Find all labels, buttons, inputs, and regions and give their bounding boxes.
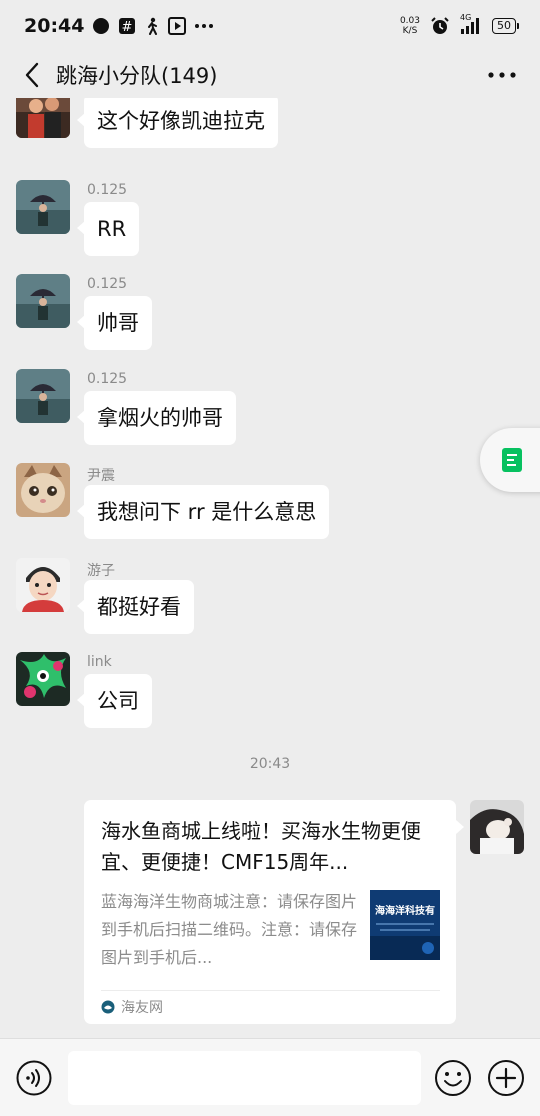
message-bubble[interactable]: 帅哥 (77, 296, 152, 350)
svg-text:#: # (122, 20, 133, 35)
network-speed: 0.03 K/S (400, 16, 420, 36)
message-bubble[interactable]: 我想问下 rr 是什么意思 (76, 485, 330, 539)
more-options-button[interactable] (482, 55, 522, 95)
voice-input-button[interactable] (14, 1058, 54, 1098)
cartoon-boy-avatar[interactable] (16, 558, 70, 612)
battery-indicator: 50 (492, 18, 519, 34)
sender-name: link (87, 654, 112, 670)
walking-person-icon (144, 17, 160, 35)
message-input[interactable] (67, 1050, 421, 1105)
my-avatar[interactable] (470, 800, 524, 854)
signal-icon: 4G (460, 13, 482, 35)
umbrella-avatar[interactable] (16, 180, 70, 234)
status-time: 20:44 (24, 15, 85, 37)
umbrella-avatar[interactable] (16, 274, 70, 328)
message-bubble[interactable]: 这个好像凯迪拉克 (77, 98, 278, 148)
sender-name: 0.125 (87, 182, 128, 198)
link-card-description: 蓝海海洋生物商城注意：请保存图片到手机后扫描二维码。注意：请保存图片到手机后..… (101, 892, 358, 967)
link-card-source-name: 海友网 (121, 1000, 163, 1016)
link-card[interactable]: 海水鱼商城上线啦！买海水生物更便宜、更便捷！CMF15周年... 蓝海海洋生物商… (84, 800, 464, 1024)
message-bubble[interactable]: 都挺好看 (77, 580, 194, 634)
message-bubble[interactable]: 拿烟火的帅哥 (77, 391, 236, 445)
message-bubble[interactable]: RR (76, 202, 140, 256)
link-card-divider (101, 990, 440, 991)
alarm-clock-icon (430, 16, 450, 36)
message-bubble[interactable]: 公司 (77, 674, 152, 728)
hashtag-app-icon: # (118, 17, 136, 35)
more-functions-button[interactable] (486, 1058, 526, 1098)
status-bar: 20:44 # 0.03 K/S 4G 50 (0, 0, 540, 52)
plus-circle-icon (488, 1059, 525, 1096)
umbrella-avatar[interactable] (16, 369, 70, 423)
network-type: 4G (460, 13, 472, 22)
network-speed-unit: K/S (402, 26, 418, 36)
back-button[interactable] (18, 55, 46, 95)
sender-name: 尹震 (87, 468, 115, 484)
photo-avatar-couple[interactable] (16, 98, 70, 138)
chat-header: 跳海小分队(149) (0, 52, 540, 98)
link-card-source: 海友网 (101, 997, 163, 1017)
chat-title: 跳海小分队(149) (56, 64, 218, 88)
chat-input-bar (0, 1038, 540, 1116)
note-document-icon (502, 448, 522, 472)
splatoon-avatar[interactable] (16, 652, 70, 706)
notification-dot-icon (92, 17, 110, 35)
message-list[interactable]: 这个好像凯迪拉克 0.125 RR 0.125 帅哥 0.125 拿烟火的帅哥 … (0, 98, 540, 1038)
voice-icon (16, 1060, 52, 1095)
emoji-button[interactable] (433, 1058, 473, 1098)
message-timestamp: 20:43 (249, 756, 291, 772)
video-play-icon (168, 17, 187, 35)
source-logo-icon (101, 1000, 115, 1014)
link-card-title: 海水鱼商城上线啦！买海水生物更便宜、更便捷！CMF15周年... (101, 819, 421, 874)
more-status-icon (194, 23, 214, 29)
network-speed-value: 0.03 (399, 16, 420, 26)
sender-name: 0.125 (87, 276, 128, 292)
emoji-icon (434, 1059, 471, 1096)
back-arrow-icon (25, 62, 39, 88)
cat-avatar[interactable] (16, 463, 70, 517)
ellipsis-icon (488, 72, 516, 78)
thumbnail-text: 海海洋科技有 (375, 904, 435, 917)
link-card-thumbnail: 海海洋科技有 (370, 890, 440, 960)
floating-note-tab[interactable] (480, 428, 540, 492)
sender-name: 0.125 (87, 371, 128, 387)
sender-name: 游子 (87, 563, 115, 579)
